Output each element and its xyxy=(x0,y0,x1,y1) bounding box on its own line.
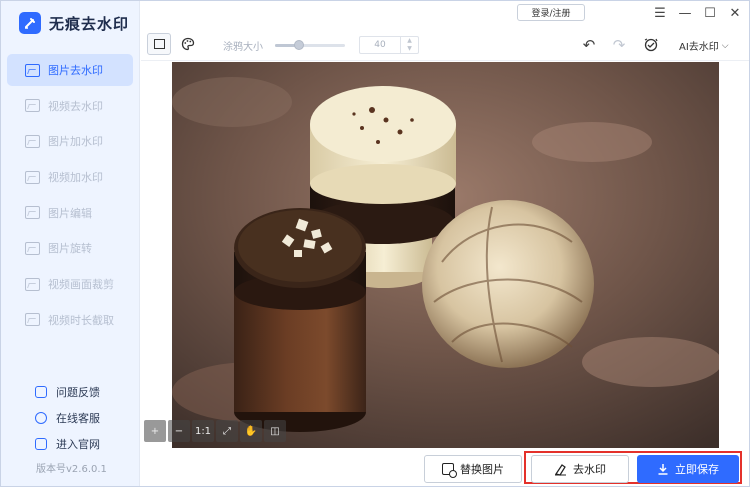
compare-icon[interactable]: ◫ xyxy=(264,420,286,442)
video-trim-icon xyxy=(25,313,40,327)
brush-size-stepper[interactable]: ▲ ▼ xyxy=(400,37,418,53)
image-edit-icon xyxy=(25,206,40,220)
stepper-down-icon[interactable]: ▼ xyxy=(401,45,418,53)
zoom-toolbar: + − 1:1 ⤢ ✋ ◫ xyxy=(144,420,286,442)
video-crop-icon xyxy=(25,277,40,291)
sidebar: 无痕去水印 图片去水印 视频去水印 图片加水印 视频加水印 图片编辑 图片旋转 … xyxy=(1,1,140,486)
image-rotate-icon xyxy=(25,241,40,255)
zoom-out-icon[interactable]: − xyxy=(168,420,190,442)
app-window: 无痕去水印 图片去水印 视频去水印 图片加水印 视频加水印 图片编辑 图片旋转 … xyxy=(0,0,750,487)
maximize-icon[interactable]: ☐ xyxy=(699,3,721,23)
feedback-label: 问题反馈 xyxy=(56,386,100,399)
slider-handle[interactable] xyxy=(293,40,304,50)
fit-screen-icon[interactable]: ⤢ xyxy=(216,420,238,442)
brush-tool[interactable] xyxy=(179,35,197,53)
close-icon[interactable]: ✕ xyxy=(724,3,746,23)
brand: 无痕去水印 xyxy=(19,11,129,35)
sidebar-item-label: 视频画面裁剪 xyxy=(48,278,114,292)
stepper-up-icon[interactable]: ▲ xyxy=(401,37,418,45)
eraser-icon xyxy=(555,463,566,476)
customer-service-link[interactable]: 在线客服 xyxy=(35,405,100,431)
replace-image-label: 替换图片 xyxy=(460,463,504,476)
sidebar-item-video-remove-watermark[interactable]: 视频去水印 xyxy=(7,90,133,122)
title-bar: 登录/注册 ☰ — ☐ ✕ xyxy=(141,1,749,25)
sidebar-item-video-add-watermark[interactable]: 视频加水印 xyxy=(7,161,133,193)
sidebar-item-label: 图片编辑 xyxy=(48,206,92,220)
ai-mode-select[interactable]: AI去水印 ⌵ xyxy=(679,38,729,54)
brush-icon xyxy=(181,37,195,51)
video-icon xyxy=(25,99,40,113)
undo-icon[interactable]: ↶ xyxy=(579,35,599,55)
zoom-in-icon[interactable]: + xyxy=(144,420,166,442)
image-icon xyxy=(25,63,40,77)
sidebar-item-image-edit[interactable]: 图片编辑 xyxy=(7,197,133,229)
sidebar-item-image-rotate[interactable]: 图片旋转 xyxy=(7,232,133,264)
customer-service-icon xyxy=(35,412,47,424)
minimize-icon[interactable]: — xyxy=(674,3,696,23)
redo-icon[interactable]: ↷ xyxy=(609,35,629,55)
save-now-label: 立即保存 xyxy=(675,463,719,476)
website-icon xyxy=(35,438,47,450)
sidebar-nav: 图片去水印 视频去水印 图片加水印 视频加水印 图片编辑 图片旋转 视频画面裁剪… xyxy=(7,54,133,340)
brush-size-label: 涂鸦大小 xyxy=(223,42,263,53)
customer-service-label: 在线客服 xyxy=(56,412,100,425)
sidebar-item-label: 图片去水印 xyxy=(48,64,103,77)
actual-size-icon[interactable]: 1:1 xyxy=(192,420,214,442)
replace-image-button[interactable]: 替换图片 xyxy=(424,455,522,483)
rect-select-tool[interactable] xyxy=(147,33,171,55)
feedback-link[interactable]: 问题反馈 xyxy=(35,379,100,405)
sidebar-item-label: 视频加水印 xyxy=(48,171,103,185)
remove-watermark-label: 去水印 xyxy=(573,463,606,476)
sidebar-item-image-add-watermark[interactable]: 图片加水印 xyxy=(7,125,133,157)
brush-size-slider[interactable] xyxy=(275,40,345,50)
preview-image xyxy=(172,62,719,448)
save-now-button[interactable]: 立即保存 xyxy=(637,455,739,483)
sidebar-item-label: 视频去水印 xyxy=(48,99,103,113)
app-name: 无痕去水印 xyxy=(49,14,130,33)
brush-size-input[interactable]: 40 ▲ ▼ xyxy=(359,36,419,54)
website-link[interactable]: 进入官网 xyxy=(35,431,100,457)
version-label: 版本号v2.6.0.1 xyxy=(36,464,107,475)
hand-pan-icon[interactable]: ✋ xyxy=(240,420,262,442)
image-canvas[interactable]: + − 1:1 ⤢ ✋ ◫ xyxy=(141,62,749,448)
remove-watermark-button[interactable]: 去水印 xyxy=(531,455,629,483)
video-add-icon xyxy=(25,170,40,184)
ai-mode-label: AI去水印 xyxy=(679,42,719,53)
sidebar-item-image-remove-watermark[interactable]: 图片去水印 xyxy=(7,54,133,86)
brush-size-value: 40 xyxy=(374,40,386,50)
website-label: 进入官网 xyxy=(56,438,100,451)
menu-icon[interactable]: ☰ xyxy=(649,3,671,23)
sidebar-item-label: 图片加水印 xyxy=(48,135,103,149)
replace-image-icon xyxy=(442,463,457,478)
rect-select-icon xyxy=(153,39,165,49)
sidebar-item-label: 图片旋转 xyxy=(48,242,92,256)
chevron-down-icon: ⌵ xyxy=(721,40,729,51)
download-icon xyxy=(658,464,668,475)
ai-magic-icon[interactable] xyxy=(641,35,661,55)
sidebar-links: 问题反馈 在线客服 进入官网 xyxy=(35,379,100,457)
sidebar-item-video-trim[interactable]: 视频时长截取 xyxy=(7,304,133,336)
sidebar-item-label: 视频时长截取 xyxy=(48,313,114,327)
feedback-icon xyxy=(35,386,47,398)
sidebar-item-video-crop[interactable]: 视频画面裁剪 xyxy=(7,268,133,300)
toolbar: 涂鸦大小 40 ▲ ▼ ↶ ↷ AI去水印 ⌵ xyxy=(141,29,749,61)
image-add-icon xyxy=(25,134,40,148)
action-bar: 替换图片 去水印 立即保存 xyxy=(141,449,749,486)
login-register-button[interactable]: 登录/注册 xyxy=(517,4,585,21)
app-logo-icon xyxy=(19,12,41,34)
